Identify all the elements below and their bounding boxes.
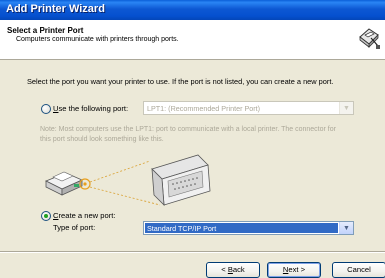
instruction-text: Select the port you want your printer to… bbox=[27, 77, 334, 86]
use-existing-port-label[interactable]: Use the following port: bbox=[53, 104, 128, 113]
create-new-port-label[interactable]: Create a new port: bbox=[53, 211, 115, 220]
port-type-value: Standard TCP/IP Port bbox=[147, 224, 217, 233]
use-existing-label-rest: se the following port: bbox=[58, 104, 129, 113]
chevron-down-icon[interactable]: ▼ bbox=[339, 222, 353, 234]
printer-port-wizard-icon bbox=[359, 28, 380, 49]
window-title: Add Printer Wizard bbox=[6, 3, 105, 15]
page-subtitle: Computers communicate with printers thro… bbox=[16, 36, 179, 43]
lpt-connector-illustration bbox=[45, 154, 211, 207]
printer-icon bbox=[45, 171, 83, 196]
use-existing-port-radio[interactable] bbox=[41, 104, 51, 114]
existing-port-select[interactable]: LPT1: (Recommended Printer Port) ▼ bbox=[143, 101, 354, 115]
port-type-select[interactable]: Standard TCP/IP Port ▼ bbox=[143, 221, 354, 235]
back-rest: ack bbox=[232, 265, 245, 274]
footer-separator bbox=[0, 251, 385, 253]
parallel-connector-icon bbox=[151, 154, 211, 207]
existing-port-value: LPT1: (Recommended Printer Port) bbox=[147, 104, 261, 113]
chevron-down-icon[interactable]: ▼ bbox=[339, 102, 353, 114]
wizard-header: Select a Printer Port Computers communic… bbox=[0, 20, 385, 60]
port-note: Note: Most computers use the LPT1: port … bbox=[40, 126, 336, 143]
create-new-port-radio[interactable] bbox=[41, 211, 51, 221]
next-rest: ext > bbox=[288, 265, 306, 274]
title-bar[interactable]: Add Printer Wizard bbox=[0, 0, 385, 20]
next-button[interactable]: Next > bbox=[267, 262, 321, 278]
add-printer-wizard-window: Add Printer Wizard Select a Printer Port… bbox=[0, 0, 385, 278]
page-title: Select a Printer Port bbox=[7, 26, 84, 35]
create-new-label-rest: reate a new port: bbox=[58, 211, 116, 220]
type-of-port-label: Type of port: bbox=[53, 223, 96, 232]
back-button[interactable]: < Back bbox=[206, 262, 260, 278]
wizard-body: Select the port you want your printer to… bbox=[0, 61, 385, 251]
cancel-button[interactable]: Cancel bbox=[332, 262, 385, 278]
